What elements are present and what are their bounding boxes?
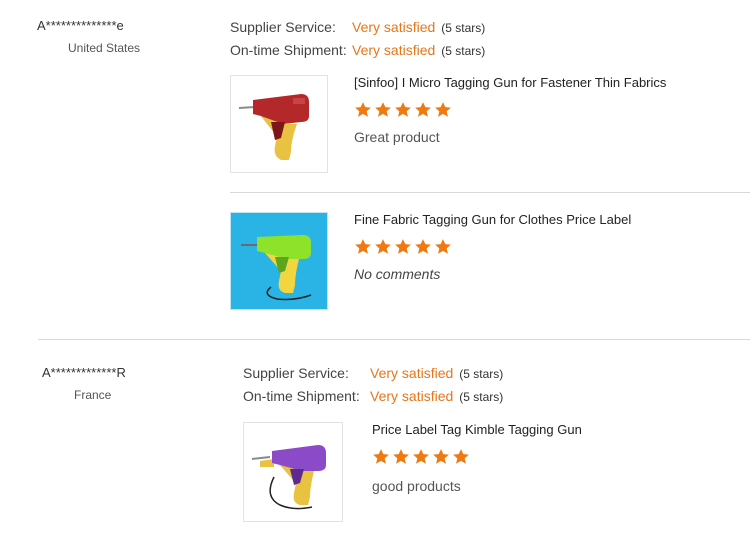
product-review: Fine Fabric Tagging Gun for Clothes Pric… xyxy=(230,212,750,312)
star-icon xyxy=(375,102,391,117)
product-rating-stars xyxy=(354,101,452,119)
buyer-name: A**************e xyxy=(37,18,124,33)
shipment-value: Very satisfied xyxy=(370,388,454,404)
shipment-rating: On-time Shipment: Very satisfied (5 stars) xyxy=(243,388,503,404)
red-tagging-gun-image xyxy=(231,76,327,172)
buyer-name: A*************R xyxy=(42,365,126,380)
star-icon xyxy=(393,449,409,464)
product-title[interactable]: [Sinfoo] I Micro Tagging Gun for Fastene… xyxy=(354,75,666,90)
product-thumbnail[interactable] xyxy=(230,75,328,173)
product-thumbnail[interactable] xyxy=(243,422,343,522)
review-card: A**************e United States Supplier … xyxy=(0,0,750,340)
star-icon xyxy=(453,449,469,464)
divider xyxy=(230,192,750,193)
green-tagging-gun-image xyxy=(231,213,327,309)
product-rating-stars xyxy=(354,238,452,256)
supplier-service-value: Very satisfied xyxy=(370,365,454,381)
star-icon xyxy=(433,449,449,464)
star-icon xyxy=(435,102,451,117)
product-rating-stars xyxy=(372,448,470,466)
star-icon xyxy=(435,239,451,254)
supplier-service-rating: Supplier Service: Very satisfied (5 stars) xyxy=(243,365,503,381)
product-title[interactable]: Fine Fabric Tagging Gun for Clothes Pric… xyxy=(354,212,631,227)
supplier-service-value: Very satisfied xyxy=(352,19,436,35)
star-icon xyxy=(413,449,429,464)
review-comment: No comments xyxy=(354,266,441,282)
product-thumbnail[interactable] xyxy=(230,212,328,310)
review-comment: good products xyxy=(372,478,461,494)
shipment-stars: (5 stars) xyxy=(441,44,486,58)
star-icon xyxy=(415,239,431,254)
supplier-service-stars: (5 stars) xyxy=(441,21,486,35)
star-icon xyxy=(395,239,411,254)
product-review: Price Label Tag Kimble Tagging Gun good … xyxy=(243,422,750,526)
review-card: A*************R France Supplier Service:… xyxy=(0,340,750,545)
shipment-label: On-time Shipment: xyxy=(243,388,360,404)
supplier-service-rating: Supplier Service: Very satisfied (5 stars) xyxy=(230,19,485,35)
review-comment: Great product xyxy=(354,129,440,145)
shipment-value: Very satisfied xyxy=(352,42,436,58)
supplier-service-label: Supplier Service: xyxy=(230,19,336,35)
star-icon xyxy=(395,102,411,117)
star-icon xyxy=(375,239,391,254)
purple-tagging-gun-image xyxy=(244,423,342,521)
buyer-country: United States xyxy=(68,41,141,55)
product-review: [Sinfoo] I Micro Tagging Gun for Fastene… xyxy=(230,75,750,175)
star-icon xyxy=(355,239,371,254)
shipment-rating: On-time Shipment: Very satisfied (5 stars) xyxy=(230,42,485,58)
product-title[interactable]: Price Label Tag Kimble Tagging Gun xyxy=(372,422,582,437)
supplier-service-stars: (5 stars) xyxy=(459,367,504,381)
shipment-stars: (5 stars) xyxy=(459,390,504,404)
buyer-info: A**************e United States xyxy=(20,18,160,55)
buyer-info: A*************R France xyxy=(30,365,170,402)
shipment-label: On-time Shipment: xyxy=(230,42,347,58)
supplier-service-label: Supplier Service: xyxy=(243,365,349,381)
star-icon xyxy=(415,102,431,117)
star-icon xyxy=(373,449,389,464)
buyer-country: France xyxy=(74,388,112,402)
star-icon xyxy=(355,102,371,117)
